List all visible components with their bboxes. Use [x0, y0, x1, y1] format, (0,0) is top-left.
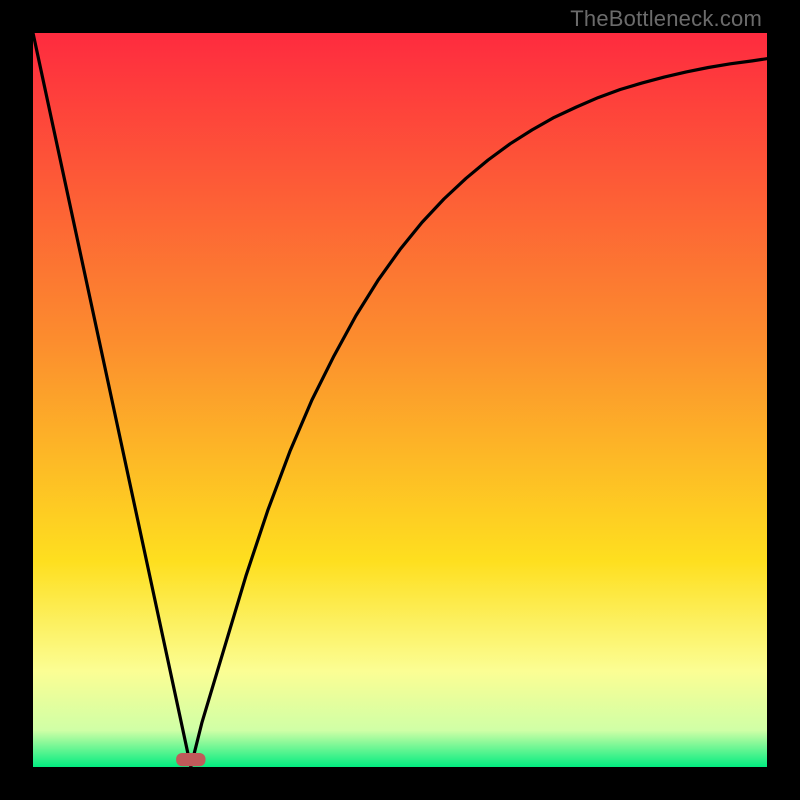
optimum-marker	[176, 753, 205, 766]
watermark-text: TheBottleneck.com	[570, 6, 762, 32]
chart-background	[33, 33, 767, 767]
chart-frame	[33, 33, 767, 767]
chart-svg	[33, 33, 767, 767]
